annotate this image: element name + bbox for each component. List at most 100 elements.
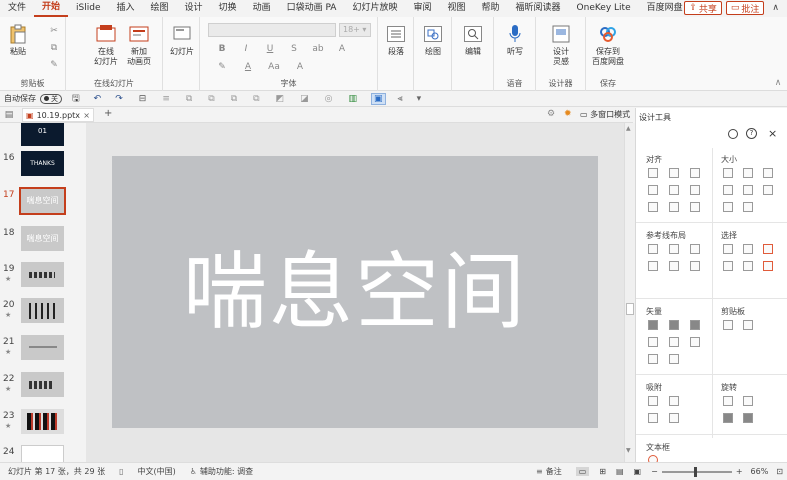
save-to-baidu-button[interactable]: 保存到 百度网盘 xyxy=(590,23,626,67)
shape-effect-icon[interactable]: ◎ xyxy=(325,94,333,104)
distribute-vertical-icon[interactable] xyxy=(669,202,679,212)
select-similar-icon[interactable] xyxy=(723,244,733,254)
font-name-box[interactable] xyxy=(208,23,336,37)
zoom-out-icon[interactable]: − xyxy=(651,467,658,476)
minimize-ribbon-button[interactable]: ∧ xyxy=(768,1,783,15)
undo-icon[interactable]: ↶ xyxy=(94,94,102,104)
rotate-right-icon[interactable] xyxy=(743,396,753,406)
font-color-icon[interactable]: A xyxy=(242,61,254,73)
italic-icon[interactable]: I xyxy=(240,43,252,55)
copy-icon[interactable]: ⧉ xyxy=(48,42,60,54)
align-center-icon[interactable] xyxy=(669,168,679,178)
stretch-right-icon[interactable] xyxy=(743,185,753,195)
language-status[interactable]: 中文(中国) xyxy=(137,466,175,477)
change-case-icon[interactable]: Aa xyxy=(268,61,280,73)
redo-icon[interactable]: ↷ xyxy=(115,94,123,104)
shape-convert-icon[interactable] xyxy=(669,354,679,364)
slideshow-icon[interactable]: ▣ xyxy=(634,467,642,476)
increase-font-icon[interactable]: A xyxy=(336,43,348,55)
font-size-box[interactable]: 18+ ▾ xyxy=(339,23,371,37)
online-slides-button[interactable]: 在线 幻灯片 xyxy=(92,23,120,67)
bring-front-icon[interactable]: ⧉ xyxy=(253,94,259,104)
new-animation-page-button[interactable]: 新加 动画页 xyxy=(124,23,154,67)
help-icon[interactable]: ? xyxy=(746,128,757,139)
reading-view-icon[interactable]: ▤ xyxy=(616,467,624,476)
dictate-button[interactable]: 听写 xyxy=(503,23,527,57)
comment-button[interactable]: ▭ 批注 xyxy=(725,1,765,15)
same-height-icon[interactable] xyxy=(743,168,753,178)
sidebar-toggle-icon[interactable]: ▤ xyxy=(0,107,18,123)
menu-file[interactable]: 文件 xyxy=(0,0,34,17)
align-top-icon[interactable] xyxy=(648,185,658,195)
drawing-button[interactable]: 绘图 xyxy=(421,23,445,57)
document-tab[interactable]: ▣ 10.19.pptx × xyxy=(22,108,94,122)
highlight-icon[interactable]: ✎ xyxy=(216,61,228,73)
select-bottom-icon[interactable] xyxy=(743,261,753,271)
thumbnail-item[interactable]: 21 ★ xyxy=(0,335,86,372)
intersect-icon[interactable] xyxy=(648,337,658,347)
slides-button[interactable]: 幻灯片 xyxy=(169,23,195,57)
vertical-scrollbar[interactable]: ▲ ▼ xyxy=(624,123,635,462)
select-same-icon[interactable] xyxy=(743,244,753,254)
editing-button[interactable]: 编辑 xyxy=(461,23,485,57)
format-painter-icon[interactable]: ✎ xyxy=(48,59,60,71)
present-icon[interactable]: ⊟ xyxy=(139,94,147,104)
shadow-icon[interactable]: S xyxy=(288,43,300,55)
menu-transitions[interactable]: 切换 xyxy=(211,0,245,17)
ungroup-icon[interactable]: ⧉ xyxy=(208,94,214,104)
bold-icon[interactable]: B xyxy=(216,43,228,55)
menu-pocket-animation[interactable]: 口袋动画 PA xyxy=(279,0,345,17)
menu-design[interactable]: 设计 xyxy=(177,0,211,17)
align-left-icon[interactable] xyxy=(648,168,658,178)
accessibility-status[interactable]: 辅助功能: 调查 xyxy=(200,466,253,477)
slide-sorter-icon[interactable]: ⊞ xyxy=(599,467,606,476)
flip-horizontal-icon[interactable] xyxy=(743,413,753,423)
edit-points-icon[interactable] xyxy=(690,337,700,347)
union-icon[interactable] xyxy=(648,320,658,330)
select-cursor-icon[interactable] xyxy=(763,261,773,271)
guide-right-icon[interactable] xyxy=(690,244,700,254)
menu-home[interactable]: 开始 xyxy=(34,0,69,17)
arrange-icon[interactable]: ⧉ xyxy=(231,94,237,104)
subtract-icon[interactable] xyxy=(669,337,679,347)
save-icon[interactable]: 🖫 xyxy=(72,91,80,107)
snap-right-icon[interactable] xyxy=(669,396,679,406)
underline-icon[interactable]: U xyxy=(264,43,276,55)
chart-icon[interactable]: ▥ xyxy=(349,94,358,104)
spelling-icon[interactable]: ▯ xyxy=(119,467,123,476)
selection-pane-icon[interactable]: ▣ xyxy=(371,92,386,105)
multi-window-mode[interactable]: ▭ 多窗口模式 xyxy=(580,109,630,120)
spacing-icon[interactable]: ab xyxy=(312,43,324,55)
distribute-horizontal-icon[interactable] xyxy=(648,202,658,212)
menu-view[interactable]: 视图 xyxy=(439,0,473,17)
cut-icon[interactable]: ✂ xyxy=(48,25,60,37)
thumbnail-item[interactable]: 20 ★ xyxy=(0,298,86,335)
menu-foxit[interactable]: 福昕阅读器 xyxy=(508,0,569,17)
current-slide[interactable]: 喘息空间 xyxy=(112,156,598,428)
share-button[interactable]: ⇪ 共享 xyxy=(684,1,722,15)
paste-format-icon[interactable] xyxy=(743,320,753,330)
menu-review[interactable]: 审阅 xyxy=(405,0,439,17)
align-text-icon[interactable]: ≡ xyxy=(162,94,170,104)
fragment-icon[interactable] xyxy=(690,320,700,330)
snap-left-icon[interactable] xyxy=(648,396,658,406)
shape-fill-icon[interactable]: ◩ xyxy=(276,94,285,104)
close-tab-icon[interactable]: × xyxy=(83,111,90,120)
copy-format-icon[interactable] xyxy=(723,320,733,330)
thumbnail-item[interactable]: 19 ★ xyxy=(0,262,86,299)
thumbnail-item[interactable]: 18 喘息空间 xyxy=(0,226,86,263)
scroll-up-icon[interactable]: ▲ xyxy=(626,125,631,132)
align-bottom-icon[interactable] xyxy=(690,185,700,195)
menu-animations[interactable]: 动画 xyxy=(245,0,279,17)
guide-top-icon[interactable] xyxy=(648,261,658,271)
stretch-left-icon[interactable] xyxy=(723,185,733,195)
menu-help[interactable]: 帮助 xyxy=(474,0,508,17)
rotate-left-icon[interactable] xyxy=(723,396,733,406)
zoom-slider-thumb[interactable] xyxy=(693,466,697,477)
select-all-icon[interactable] xyxy=(763,244,773,254)
stretch-both-icon[interactable] xyxy=(763,185,773,195)
align-right-icon[interactable] xyxy=(690,168,700,178)
scroll-thumb[interactable] xyxy=(626,303,634,315)
thumbnail-item[interactable]: 23 ★ xyxy=(0,409,86,446)
scroll-down-icon[interactable]: ▼ xyxy=(626,447,631,454)
